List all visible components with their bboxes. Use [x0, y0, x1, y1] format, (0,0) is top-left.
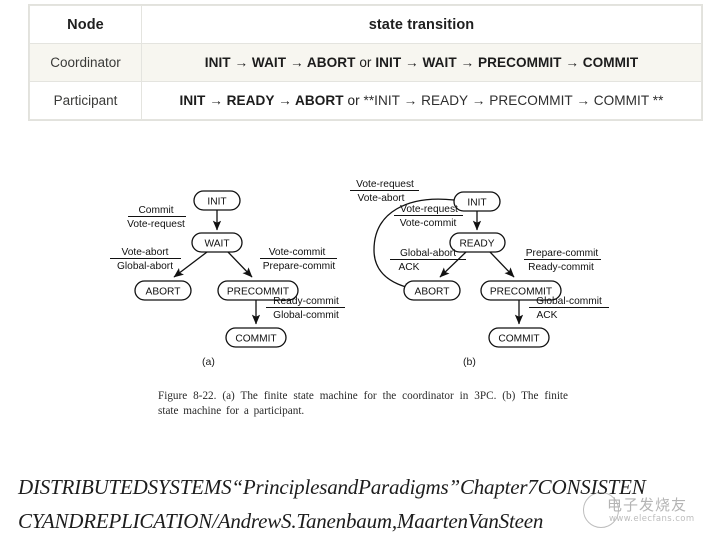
edge-label-top: Global-abort — [400, 248, 456, 259]
edge-label-wait-precommit-a: Vote-commit Prepare-commit — [260, 247, 337, 272]
figure-caption: Figure 8-22. (a) The finite state machin… — [158, 390, 568, 417]
state-transition-table: Node state transition Coordinator INIT →… — [28, 4, 703, 121]
transition-bold-2: INIT → WAIT → PRECOMMIT → COMMIT — [375, 55, 639, 70]
state-label: WAIT — [204, 239, 229, 250]
edge-label-top: Vote-commit — [269, 247, 326, 258]
edge-label-ready-precommit-b: Prepare-commit Ready-commit — [524, 248, 601, 273]
diagram-b: INIT Vote-request Vote-abort Vote-reques… — [350, 179, 609, 348]
table-row: Coordinator INIT → WAIT → ABORT or INIT … — [29, 43, 702, 82]
state-node-init-a: INIT — [193, 190, 241, 211]
sublabel-b: (b) — [463, 356, 476, 368]
state-label: READY — [459, 239, 494, 250]
edge-label-bottom: Global-abort — [117, 261, 173, 272]
edge-label-bottom: Global-commit — [273, 310, 339, 321]
figure-8-22: INIT Commit Vote-request WAIT Vote-abort… — [0, 150, 715, 425]
edge-label-bottom: ACK — [537, 310, 558, 321]
edge-label-init-abort-b: Vote-request Vote-abort — [350, 179, 419, 204]
transition-bold-1: INIT → WAIT → ABORT — [204, 55, 356, 70]
edge-label-bottom: Ready-commit — [528, 262, 594, 273]
edge-label-bottom: Vote-request — [127, 219, 185, 230]
edge-label-wait-abort-a: Vote-abort Global-abort — [110, 247, 181, 272]
edge-label-precommit-commit-a: Ready-commit Global-commit — [266, 296, 345, 321]
source-reference-line-1: DISTRIBUTEDSYSTEMS“PrinciplesandParadigm… — [18, 475, 646, 499]
column-header-node: Node — [29, 5, 142, 44]
state-label: ABORT — [146, 287, 181, 298]
state-table: Node state transition Coordinator INIT →… — [29, 5, 702, 120]
state-label: ABORT — [415, 287, 450, 298]
edge-label-ready-abort-b: Global-abort ACK — [390, 248, 466, 273]
edge-label-top: Prepare-commit — [526, 248, 599, 259]
edge-label-top: Commit — [138, 205, 173, 216]
cell-transition-participant: INIT → READY → ABORT or **INIT → READY →… — [141, 81, 702, 120]
table-row: Participant INIT → READY → ABORT or **IN… — [29, 81, 702, 120]
diagram-a: INIT Commit Vote-request WAIT Vote-abort… — [110, 190, 345, 348]
edge-label-top: Vote-abort — [121, 247, 168, 258]
edge-label-bottom: ACK — [399, 262, 420, 273]
cell-node-participant: Participant — [29, 81, 142, 120]
state-label: COMMIT — [498, 334, 539, 345]
table-header-row: Node state transition — [29, 5, 702, 44]
state-node-init-b: INIT — [453, 191, 501, 212]
transition-plain: **INIT → READY → PRECOMMIT → COMMIT ** — [363, 93, 664, 108]
edge-label-bottom: Vote-commit — [400, 218, 457, 229]
state-node-commit-b: COMMIT — [488, 327, 550, 348]
edge-label-top: Global-commit — [536, 296, 602, 307]
edge-label-init-ready-b: Vote-request Vote-commit — [394, 204, 463, 229]
source-reference-line-2: CYANDREPLICATION/AndrewS.Tanenbaum,Maart… — [18, 509, 544, 533]
edge-label-top: Vote-request — [400, 204, 458, 215]
edge-label-precommit-commit-b: Global-commit ACK — [529, 296, 609, 321]
edge-label-top: Ready-commit — [273, 296, 339, 307]
edge-label-init-wait-a: Commit Vote-request — [127, 205, 186, 230]
column-header-state-transition: state transition — [141, 5, 702, 44]
transition-or: or — [343, 93, 364, 108]
state-machine-diagrams: INIT Commit Vote-request WAIT Vote-abort… — [110, 179, 609, 348]
edge-label-bottom: Vote-abort — [357, 193, 404, 204]
state-node-commit-a: COMMIT — [225, 327, 287, 348]
edge-label-bottom: Prepare-commit — [263, 261, 336, 272]
state-node-abort-b: ABORT — [403, 280, 461, 301]
cell-transition-coordinator: INIT → WAIT → ABORT or INIT → WAIT → PRE… — [141, 43, 702, 82]
state-label: INIT — [207, 197, 226, 208]
state-node-abort-a: ABORT — [134, 280, 192, 301]
transition-bold-1: INIT → READY → ABORT — [179, 93, 344, 108]
state-node-wait-a: WAIT — [191, 232, 243, 253]
edge-label-top: Vote-request — [356, 179, 414, 190]
state-node-ready-b: READY — [449, 232, 506, 253]
source-reference: DISTRIBUTEDSYSTEMS“PrinciplesandParadigm… — [18, 470, 708, 538]
transition-or: or — [355, 55, 376, 70]
sublabel-a: (a) — [202, 356, 215, 368]
state-label: COMMIT — [235, 334, 276, 345]
cell-node-coordinator: Coordinator — [29, 43, 142, 82]
state-label: INIT — [467, 198, 486, 209]
